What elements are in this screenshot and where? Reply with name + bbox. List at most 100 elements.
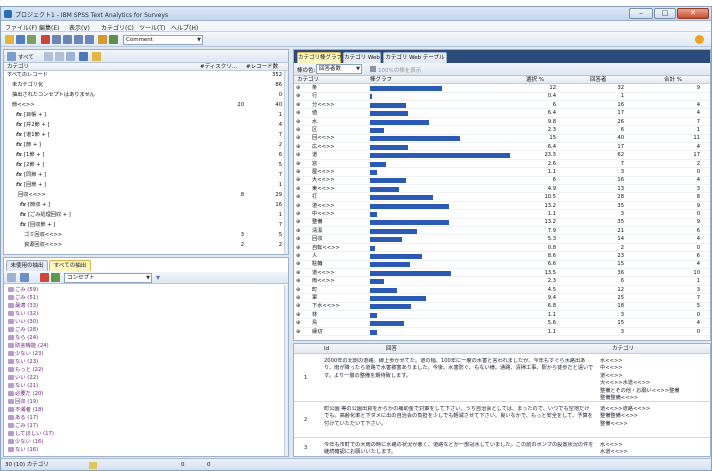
- concept-item[interactable]: ない (32): [8, 311, 38, 319]
- concept-item[interactable]: ごみ (28): [8, 327, 38, 335]
- expand-icon[interactable]: ⊕: [296, 219, 300, 227]
- expand-icon[interactable]: ⊕: [296, 102, 300, 110]
- expand-icon[interactable]: ⊕: [296, 110, 300, 118]
- menu-view[interactable]: 表示(V): [69, 23, 90, 32]
- bar-row[interactable]: ⊕ 広<<>> 6.4 17 4: [294, 144, 710, 152]
- concept-item[interactable]: 必要だ (20): [8, 391, 43, 399]
- tab-all-extraction[interactable]: すべての抽出: [49, 260, 91, 271]
- category-bar[interactable]: [370, 237, 402, 243]
- category-bar[interactable]: [370, 262, 410, 268]
- tab-category-web-table[interactable]: カテゴリ Web テーブル: [383, 52, 447, 63]
- bar-row[interactable]: ⊕ 屋<<>> 1.1 3 0: [294, 169, 710, 177]
- concept-item[interactable]: 回収 (19): [8, 399, 38, 407]
- expand-icon[interactable]: ⊕: [296, 320, 300, 328]
- filter-icon[interactable]: ▾: [156, 273, 160, 282]
- back-icon[interactable]: [74, 35, 83, 44]
- maximize-button[interactable]: □: [654, 8, 676, 19]
- category-bar[interactable]: [370, 203, 450, 209]
- expand-icon[interactable]: ⊕: [296, 303, 300, 311]
- sort-combo[interactable]: 回答者数 ▼: [316, 64, 362, 74]
- color-icon[interactable]: [40, 273, 49, 282]
- bar-row[interactable]: ⊕ 道<<>> 13.5 36 10: [294, 270, 710, 278]
- expand-icon[interactable]: ⊕: [296, 329, 300, 337]
- expand-icon[interactable]: ⊕: [296, 253, 300, 261]
- menu-edit[interactable]: 編集(E): [39, 23, 59, 32]
- category-bar[interactable]: [370, 128, 384, 133]
- category-row[interactable]: 未カテゴリ化 86: [4, 82, 284, 90]
- category-bar[interactable]: [370, 144, 409, 150]
- category-row[interactable]: fx [同節 + ] 7: [4, 172, 284, 180]
- category-bar[interactable]: [370, 304, 411, 310]
- category-row[interactable]: 節<<>> 20 40: [4, 102, 284, 110]
- record-row[interactable]: 3 今年も市町での大雨の時に水路の状況が悪く、道路などが一部冠水していました。この…: [294, 440, 710, 456]
- expand-icon[interactable]: ⊕: [296, 152, 300, 160]
- concept-item[interactable]: ある (17): [8, 415, 38, 423]
- category-bar[interactable]: [370, 186, 400, 192]
- bar-row[interactable]: ⊕ 大<<>> 6 16 4: [294, 177, 710, 185]
- help-icon[interactable]: [695, 35, 704, 44]
- type-icon[interactable]: [51, 273, 60, 282]
- concept-item[interactable]: 助言機能 (24): [8, 343, 49, 351]
- concept-item[interactable]: ごみ (17): [8, 423, 38, 431]
- category-bar[interactable]: [370, 254, 422, 259]
- bar-row[interactable]: ⊕ 整備 13.2 35 9: [294, 219, 710, 227]
- category-bar[interactable]: [370, 178, 406, 184]
- menu-tools[interactable]: ツール(T): [139, 23, 165, 32]
- expand-icon[interactable]: ⊕: [296, 228, 300, 236]
- concept-item[interactable]: ない (23): [8, 359, 38, 367]
- category-bar[interactable]: [370, 279, 384, 285]
- expand-icon[interactable]: ⊕: [296, 312, 300, 320]
- category-row[interactable]: fx [2節 + ] 5: [4, 162, 284, 170]
- concept-scrollbar[interactable]: [284, 285, 288, 456]
- open-icon[interactable]: [5, 35, 14, 44]
- concept-item[interactable]: 少ない (23): [8, 351, 43, 359]
- category-row[interactable]: 抽出されたコンセプトはありません 0: [4, 92, 284, 100]
- show-100-checkbox[interactable]: [370, 66, 376, 72]
- bar-row[interactable]: ⊕ 道 23.3 62 17: [294, 152, 710, 160]
- bar-row[interactable]: ⊕ 水 9.8 26 7: [294, 119, 710, 127]
- expand-icon[interactable]: ⊕: [296, 127, 300, 135]
- category-row[interactable]: ゴミ回収<<>> 3 5: [4, 232, 284, 240]
- menu-category[interactable]: カテゴリ(C): [101, 23, 134, 32]
- expand-icon[interactable]: ⊕: [296, 287, 300, 295]
- concept-item[interactable]: なら (24): [8, 335, 38, 343]
- concept-item[interactable]: ない (21): [8, 383, 38, 391]
- bar-row[interactable]: ⊕ 清潔 7.9 21 6: [294, 228, 710, 236]
- bar-row[interactable]: ⊕ 行 0.4 1: [294, 93, 710, 101]
- bar-row[interactable]: ⊕ 東<<>> 4.9 13 3: [294, 186, 710, 194]
- category-bar[interactable]: [370, 111, 409, 117]
- bar-row[interactable]: ⊕ 回収 5.3 14 4: [294, 236, 710, 244]
- bar-row[interactable]: ⊕ 中<<>> 1.1 3 0: [294, 211, 710, 219]
- category-row[interactable]: fx [1節 + ] 6: [4, 152, 284, 160]
- bar-row[interactable]: ⊕ 自転<<>> 0.8 2 0: [294, 245, 710, 253]
- category-row[interactable]: 資源回収<<>> 2 2: [4, 242, 284, 250]
- expand-icon[interactable]: ⊕: [296, 194, 300, 202]
- category-bar[interactable]: [370, 153, 510, 159]
- category-col-header[interactable]: カテゴリ: [7, 63, 29, 70]
- category-bar[interactable]: [370, 329, 377, 335]
- expand-icon[interactable]: ⊕: [296, 119, 300, 127]
- expand-icon[interactable]: ⊕: [296, 270, 300, 278]
- category-bar[interactable]: [370, 136, 460, 142]
- menu-help[interactable]: ヘルプ(H): [171, 23, 198, 32]
- concept-item[interactable]: ごみ (59): [8, 287, 38, 295]
- score-icon[interactable]: [66, 52, 75, 61]
- bar-row[interactable]: ⊕ 縁切 1.1 3 0: [294, 329, 710, 337]
- bar-col-category[interactable]: カテゴリ: [297, 76, 319, 83]
- grid-icon[interactable]: [109, 35, 118, 44]
- expand-icon[interactable]: ⊕: [296, 169, 300, 177]
- category-bar[interactable]: [370, 245, 375, 251]
- bar-row[interactable]: ⊕ 林 1.1 3 0: [294, 312, 710, 320]
- bar-row[interactable]: ⊕ 道<<>> 13.2 35 9: [294, 203, 710, 211]
- bar-row[interactable]: ⊕ 回<<>> 15 40 11: [294, 135, 710, 143]
- category-bar[interactable]: [370, 195, 433, 201]
- bar-col-selected[interactable]: 選択 %: [526, 76, 544, 83]
- copy-icon[interactable]: [63, 35, 72, 44]
- category-bar[interactable]: [370, 119, 429, 125]
- expand-icon[interactable]: ⊕: [296, 177, 300, 185]
- concept-item[interactable]: ごみ (51): [8, 295, 38, 303]
- category-bar[interactable]: [370, 287, 397, 293]
- record-row[interactable]: 2 町公園 等の公園出資をからかの補助金で対策をして下さい。うち自治会としては、ま…: [294, 404, 710, 438]
- category-row[interactable]: fx [節 + ] 2: [4, 142, 284, 150]
- category-row[interactable]: fx [道1節 + ] 7: [4, 132, 284, 140]
